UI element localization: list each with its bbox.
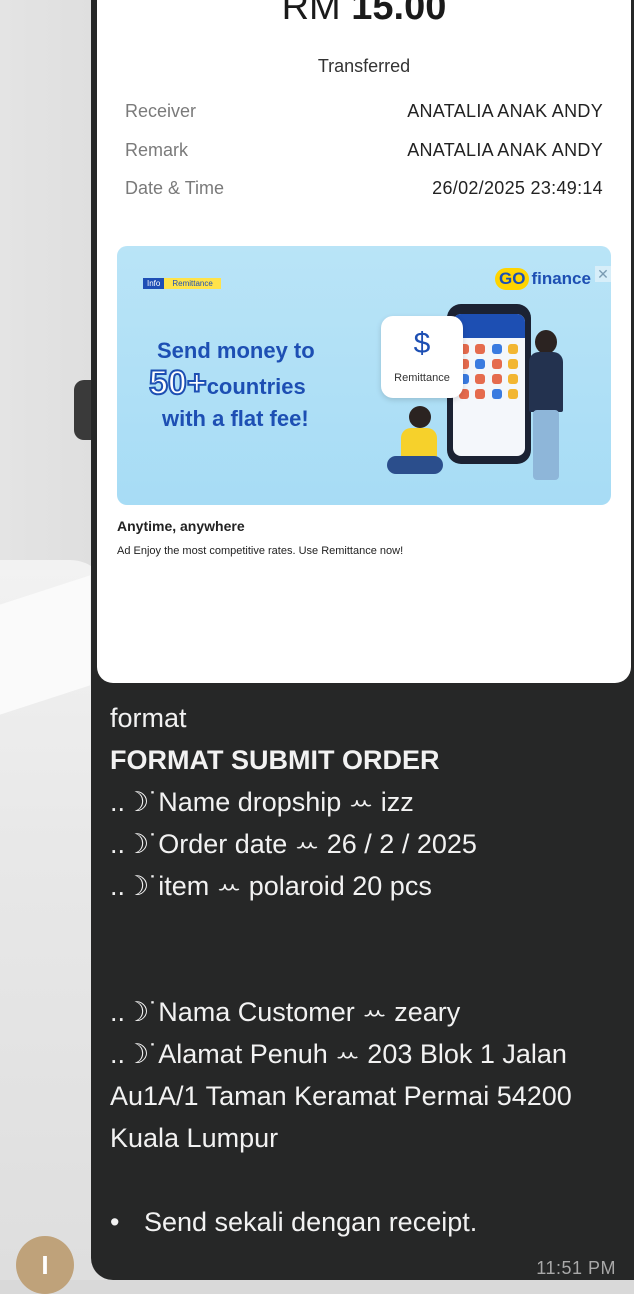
transfer-amount: RM 15.00	[97, 0, 631, 29]
logo-go: GO	[495, 268, 530, 290]
ad-headline-3: with a flat fee!	[162, 406, 309, 431]
remittance-card-label: Remittance	[394, 372, 450, 384]
ad-subtitle: Ad Enjoy the most competitive rates. Use…	[117, 545, 404, 557]
ad-headline-1: Send money to	[157, 338, 315, 363]
phone-screen	[453, 314, 525, 456]
bullet-dot: •	[110, 1207, 120, 1237]
ad-headline-countries: countries	[206, 374, 306, 399]
message-line: ..☽˙Nama Customer ꕀ zeary	[110, 997, 461, 1027]
man-illustration	[521, 330, 571, 490]
row-value: ANATALIA ANAK ANDY	[407, 101, 603, 121]
remittance-card: $ Remittance	[381, 316, 463, 398]
receipt-row-remark: Remark ANATALIA ANAK ANDY	[125, 140, 603, 164]
gofinance-logo: GO finance	[495, 268, 591, 290]
message-bullet-item: • Send sekali dengan receipt.	[110, 1201, 615, 1243]
message-address: ..☽˙Alamat Penuh ꕀ 203 Blok 1 Jalan Au1A…	[110, 1039, 572, 1153]
money-plane-icon: $	[413, 327, 431, 360]
ad-banner[interactable]: Info Remittance GO finance ✕ Send money …	[117, 246, 611, 505]
receipt-row-datetime: Date & Time 26/02/2025 23:49:14	[125, 178, 603, 202]
ad-tag-right: Remittance	[164, 278, 221, 289]
avatar[interactable]: I	[16, 1236, 74, 1294]
transfer-status: Transferred	[317, 56, 411, 76]
row-label: Remark	[125, 140, 189, 160]
ad-tag-left: Info	[143, 278, 165, 289]
message-line: ..☽˙Order date ꕀ 26 / 2 / 2025	[110, 829, 477, 859]
message-heading: FORMAT SUBMIT ORDER	[110, 745, 440, 775]
logo-finance: finance	[531, 269, 591, 288]
bullet-text: Send sekali dengan receipt.	[144, 1207, 478, 1237]
row-label: Receiver	[125, 101, 197, 121]
message-line: ..☽˙item ꕀ polaroid 20 pcs	[110, 871, 432, 901]
ad-title: Anytime, anywhere	[117, 518, 245, 534]
row-value: 26/02/2025 23:49:14	[432, 178, 603, 198]
close-icon[interactable]: ✕	[595, 266, 611, 282]
ad-headline-number: 50+	[148, 363, 208, 403]
receipt-image[interactable]: RM 15.00 Transferred Receiver ANATALIA A…	[97, 0, 631, 683]
message-text: format FORMAT SUBMIT ORDER ..☽˙Name drop…	[110, 697, 615, 1243]
ad-tag: Info Remittance	[143, 278, 221, 289]
message-line: format	[110, 703, 187, 733]
phone-app-grid	[459, 344, 519, 399]
row-value: ANATALIA ANAK ANDY	[407, 140, 603, 160]
woman-illustration	[387, 406, 447, 486]
currency-label: RM	[281, 0, 341, 28]
message-line: ..☽˙Name dropship ꕀ izz	[110, 787, 414, 817]
receipt-row-receiver: Receiver ANATALIA ANAK ANDY	[125, 101, 603, 125]
message-timestamp: 11:51 PM	[536, 1258, 616, 1278]
amount-value: 15.00	[351, 0, 447, 28]
phone-header	[453, 314, 525, 338]
row-label: Date & Time	[125, 178, 225, 198]
ad-headline-2: 50+countries	[148, 363, 306, 403]
